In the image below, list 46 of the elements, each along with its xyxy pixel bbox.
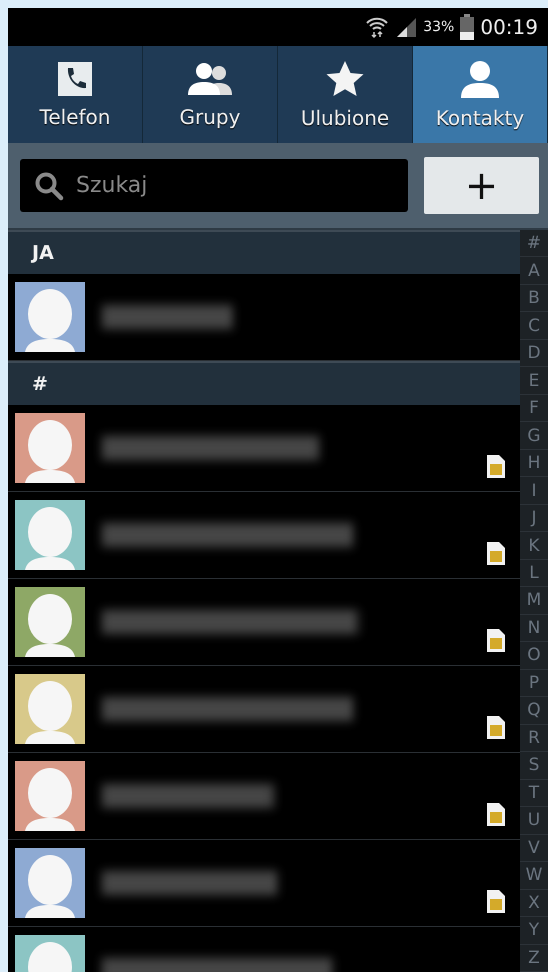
section-title: # (32, 373, 48, 395)
index-letter[interactable]: S (520, 752, 548, 780)
tab[interactable]: Telefon (8, 46, 143, 143)
signal-icon (395, 16, 418, 38)
index-letter[interactable]: Q (520, 697, 548, 725)
tab[interactable]: Grupy (143, 46, 278, 143)
phone-icon (57, 60, 93, 96)
alphabet-index[interactable]: # A B C D E F G H I J K L M N O P Q R S T U V W X Y Z (520, 230, 548, 972)
index-letter[interactable]: # (520, 230, 548, 258)
index-letter[interactable]: N (520, 614, 548, 642)
index-letter[interactable]: Y (520, 917, 548, 945)
index-letter[interactable]: O (520, 642, 548, 670)
index-letter[interactable]: K (520, 532, 548, 560)
index-letter[interactable]: C (520, 312, 548, 340)
index-letter[interactable]: E (520, 367, 548, 395)
index-letter[interactable]: H (520, 450, 548, 478)
index-letter[interactable]: A (520, 257, 548, 285)
index-letter[interactable]: V (520, 834, 548, 862)
add-contact-button[interactable]: + (424, 157, 539, 214)
index-letter[interactable]: W (520, 862, 548, 890)
star-icon (325, 60, 365, 98)
index-letter[interactable]: M (520, 587, 548, 615)
index-letter[interactable]: T (520, 780, 548, 808)
index-letter[interactable]: G (520, 422, 548, 450)
tab[interactable]: Ulubione (278, 46, 413, 143)
index-letter[interactable]: Z (520, 944, 548, 972)
index-letter[interactable]: R (520, 724, 548, 752)
index-letter[interactable]: D (520, 340, 548, 368)
section-title: JA (32, 242, 54, 264)
group-icon (186, 60, 234, 96)
search-icon (34, 171, 64, 201)
battery-icon (460, 14, 474, 40)
index-letter[interactable]: X (520, 890, 548, 918)
index-letter[interactable]: J (520, 504, 548, 532)
index-letter[interactable]: U (520, 807, 548, 835)
battery-percent: 33% (423, 19, 454, 35)
clock-time: 00:19 (480, 15, 538, 39)
tab[interactable]: Kontakty (413, 46, 548, 143)
search-field[interactable]: Szukaj (20, 159, 408, 212)
index-letter[interactable]: P (520, 670, 548, 698)
person-icon (459, 60, 501, 98)
index-letter[interactable]: L (520, 560, 548, 588)
index-letter[interactable]: B (520, 284, 548, 312)
index-letter[interactable]: I (520, 477, 548, 505)
wifi-icon (365, 15, 390, 39)
index-letter[interactable]: F (520, 394, 548, 422)
